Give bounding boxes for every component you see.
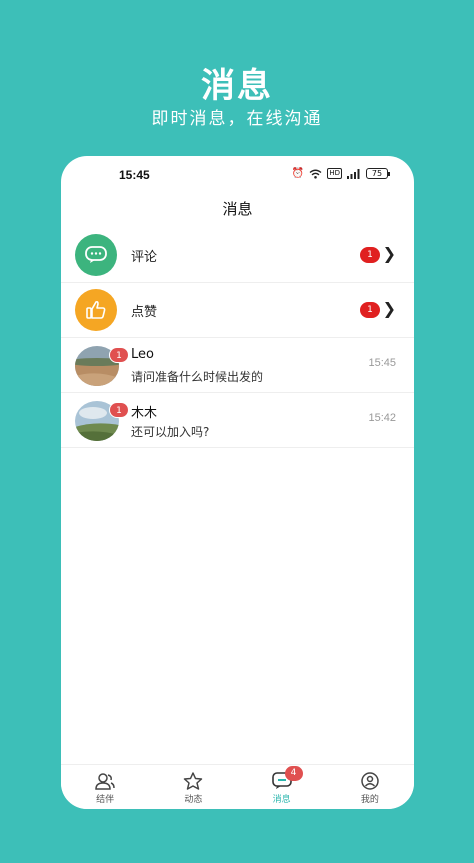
tab-messages[interactable]: 4 消息	[238, 765, 326, 809]
notification-label: 点赞	[131, 305, 158, 320]
unread-badge: 1	[360, 247, 380, 263]
chat-item-leo[interactable]: 1 Leo 请问准备什么时候出发的 15:45	[61, 338, 414, 393]
tab-label: 结伴	[96, 795, 115, 805]
hd-icon: HD	[327, 168, 342, 179]
hero-title: 消息	[201, 66, 273, 106]
chat-bubble-icon	[75, 234, 117, 276]
tab-label: 动态	[184, 795, 203, 805]
unread-badge: 1	[360, 302, 380, 318]
signal-icon	[347, 168, 360, 179]
chat-name: 木木	[131, 406, 158, 421]
notification-comments[interactable]: 评论 1 ❯	[61, 228, 414, 283]
chevron-right-icon: ❯	[382, 244, 396, 263]
hero-subtitle: 即时消息，在线沟通	[151, 109, 323, 129]
chat-message: 还可以加入吗?	[131, 425, 210, 439]
alarm-icon: ⏰	[291, 168, 305, 179]
battery-icon: 75	[366, 168, 390, 179]
bottom-tab-bar: 结伴 动态 4 消息 我的	[61, 764, 414, 809]
tab-label: 我的	[360, 795, 379, 805]
people-icon	[95, 773, 115, 790]
notification-label: 评论	[131, 250, 158, 265]
chevron-right-icon: ❯	[382, 299, 396, 318]
message-list: 评论 1 ❯ 点赞 1 ❯ 1 Leo 请问准备什么时候出发的 15:45 1 …	[61, 228, 414, 448]
unread-badge: 1	[109, 347, 129, 363]
unread-badge: 1	[109, 402, 129, 418]
star-icon	[184, 772, 203, 790]
tab-profile[interactable]: 我的	[326, 765, 414, 809]
chat-message: 请问准备什么时候出发的	[131, 370, 264, 384]
status-time: 15:45	[119, 168, 150, 182]
tab-label: 消息	[272, 795, 291, 805]
status-bar: 15:45 ⏰ HD 75	[61, 166, 414, 186]
page-title: 消息	[222, 200, 253, 218]
profile-icon	[361, 772, 379, 790]
chat-item-mumu[interactable]: 1 木木 还可以加入吗? 15:42	[61, 393, 414, 448]
status-icons: ⏰ HD 75	[291, 168, 390, 179]
notification-likes[interactable]: 点赞 1 ❯	[61, 283, 414, 338]
chat-time: 15:45	[368, 357, 396, 369]
thumbs-up-icon	[75, 289, 117, 331]
chat-time: 15:42	[368, 412, 396, 424]
tab-unread-badge: 4	[284, 766, 303, 781]
tab-moments[interactable]: 动态	[149, 765, 237, 809]
wifi-icon	[309, 169, 322, 179]
tab-companion[interactable]: 结伴	[61, 765, 149, 809]
chat-name: Leo	[131, 347, 154, 362]
phone-frame: 15:45 ⏰ HD 75 消息 评论 1 ❯ 点赞 1 ❯ 1 Leo 请问准…	[61, 156, 414, 809]
